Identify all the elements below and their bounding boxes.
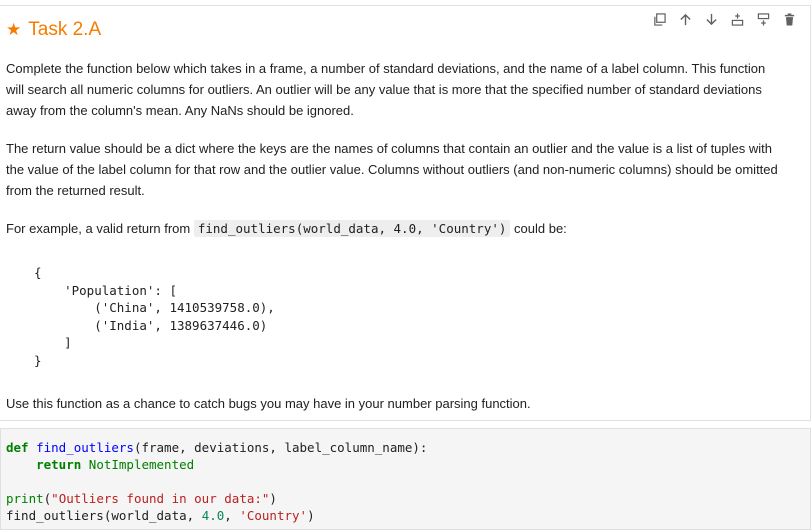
task-title: Task 2.A [28, 19, 102, 40]
insert-above-icon[interactable] [730, 12, 744, 26]
arrow-up-icon[interactable] [678, 12, 692, 26]
example-intro-suffix: could be: [510, 221, 567, 236]
example-line: ('China', 1410539758.0), [34, 300, 275, 315]
example-line: } [34, 352, 42, 368]
example-intro-paragraph: For example, a valid return from find_ou… [6, 218, 786, 239]
paren: ) [269, 491, 277, 506]
example-line: ] [34, 335, 72, 350]
return-keyword: return [36, 457, 82, 472]
insert-below-icon[interactable] [756, 12, 770, 26]
print-builtin: print [6, 491, 44, 506]
call-string: 'Country' [239, 508, 308, 523]
example-line: { [34, 265, 42, 280]
star-icon: ★ [6, 20, 22, 39]
task-heading: ★ Task 2.A [6, 19, 101, 41]
code-editor[interactable]: def find_outliers(frame, deviations, lab… [6, 439, 427, 524]
description-paragraph-4: Use this function as a chance to catch b… [6, 396, 531, 411]
not-implemented-builtin: NotImplemented [88, 457, 195, 472]
example-output-block: { 'Population': [ ('China', 1410539758.0… [34, 264, 275, 369]
arrow-down-icon[interactable] [704, 12, 718, 26]
call-number: 4.0 [201, 508, 225, 523]
description-paragraph-2: The return value should be a dict where … [6, 141, 778, 198]
call-args: (world_data, [103, 508, 202, 523]
example-line: ('India', 1389637446.0) [34, 317, 268, 333]
print-string: "Outliers found in our data:" [51, 491, 270, 506]
paren: ) [307, 508, 315, 523]
markdown-cell[interactable]: ★ Task 2.A Complete the function below w… [0, 5, 811, 421]
function-name: find_outliers [36, 440, 134, 455]
code-cell[interactable]: def find_outliers(frame, deviations, lab… [0, 428, 811, 530]
copy-icon[interactable] [652, 12, 666, 26]
inline-code: find_outliers(world_data, 4.0, 'Country'… [193, 220, 511, 237]
trash-icon[interactable] [782, 12, 796, 26]
call-function-name: find_outliers [6, 508, 104, 523]
call-separator: , [224, 508, 240, 523]
example-line: 'Population': [ [34, 282, 177, 298]
description-paragraph-1: Complete the function below which takes … [6, 61, 766, 118]
def-keyword: def [6, 440, 29, 455]
cell-toolbar [652, 12, 796, 26]
example-intro-text: For example, a valid return from [6, 221, 194, 236]
function-params: (frame, deviations, label_column_name): [133, 440, 428, 455]
